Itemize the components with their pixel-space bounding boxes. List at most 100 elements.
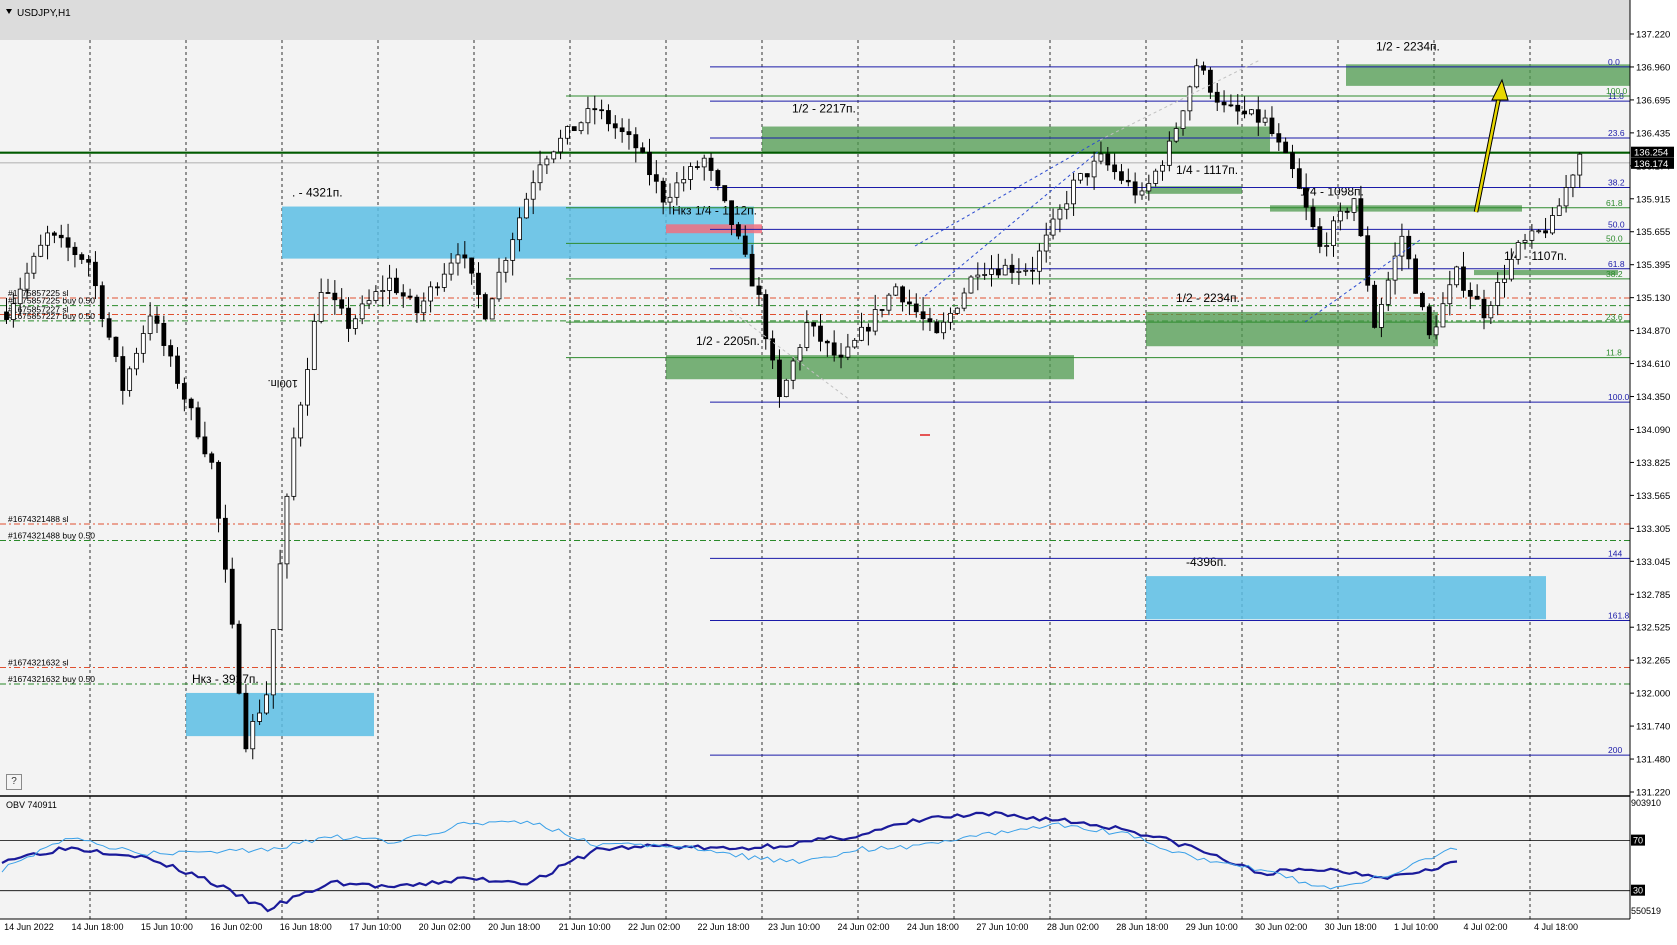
candle-body (961, 292, 967, 309)
candle-body (17, 288, 23, 305)
price-tick-label: 134.090 (1636, 425, 1670, 436)
candle-body (421, 300, 427, 314)
time-tick-label: 15 Jun 10:00 (141, 922, 193, 932)
candle-body (489, 298, 495, 320)
candle-body (948, 312, 953, 323)
fib-level-label: 61.8 (1608, 259, 1625, 269)
candle-body (995, 268, 1001, 276)
candle-body (1296, 168, 1302, 189)
candle-body (811, 322, 817, 327)
candle-body (1269, 117, 1275, 135)
candle-body (1331, 220, 1336, 246)
candle-body (1228, 104, 1234, 107)
candle-body (1324, 245, 1330, 247)
candle-body (72, 246, 78, 256)
candle-body (982, 274, 988, 276)
candle-body (1255, 109, 1261, 123)
zone-label: Нкз 1/4 - 1112п. (672, 203, 757, 217)
candle-body (476, 272, 481, 295)
time-tick-label: 21 Jun 10:00 (559, 922, 611, 932)
candle-body (1317, 226, 1323, 247)
candle-body (1016, 270, 1022, 273)
candle-body (332, 292, 338, 301)
candle-body (859, 326, 864, 341)
candle-body (1467, 289, 1473, 297)
candle-body (790, 360, 796, 381)
obv-level-label: 70 (1633, 836, 1643, 846)
candle-body (291, 437, 297, 497)
candle-body (86, 259, 91, 263)
candle-body (1146, 183, 1152, 192)
price-tick-label: 136.960 (1636, 62, 1670, 73)
candle-body (886, 294, 892, 311)
help-button[interactable]: ? (6, 774, 22, 790)
price-tick-label: 136.695 (1636, 95, 1670, 106)
zone-box (1346, 64, 1630, 86)
candle-body (325, 292, 331, 294)
candle-body (585, 108, 591, 124)
candle-body (736, 224, 741, 237)
candle-body (24, 272, 30, 290)
candle-body (558, 137, 563, 153)
candle-body (1522, 239, 1528, 243)
fib-level-label: 144 (1608, 548, 1622, 558)
candle-body (435, 286, 440, 289)
candle-body (414, 296, 420, 314)
candle-body (907, 301, 912, 305)
candle-body (175, 355, 180, 384)
candle-body (968, 276, 974, 294)
candle-body (270, 629, 276, 696)
candle-body (1194, 65, 1200, 88)
candle-body (1570, 174, 1576, 188)
zone-box (1146, 311, 1438, 347)
time-tick-label: 22 Jun 18:00 (697, 922, 749, 932)
candle-body (701, 157, 707, 168)
candle-body (1221, 101, 1227, 106)
zone-label: 1/2 - 2234п. (1376, 39, 1440, 53)
time-tick-label: 24 Jun 02:00 (837, 922, 889, 932)
candle-body (352, 318, 358, 329)
candle-body (1303, 187, 1309, 208)
candle-body (647, 151, 652, 176)
candle-body (1283, 141, 1289, 154)
candle-body (1344, 210, 1350, 213)
candle-body (1351, 198, 1357, 213)
candle-body (482, 294, 488, 320)
price-tick-label: 135.655 (1636, 227, 1670, 238)
obv-title: OBV 740911 (6, 800, 57, 810)
candle-body (934, 321, 940, 334)
candle-body (257, 712, 262, 722)
candle-body (1050, 218, 1056, 236)
candle-body (1426, 306, 1432, 336)
candle-body (544, 158, 550, 166)
candle-body (783, 379, 789, 398)
zone-box (186, 692, 374, 737)
candle-body (346, 307, 351, 329)
price-tick-label: 132.525 (1636, 623, 1670, 634)
candle-body (777, 359, 782, 398)
candle-body (10, 303, 16, 320)
candle-body (838, 354, 844, 358)
obv-scale-top: 903910 (1631, 798, 1661, 808)
price-tick-label: 134.350 (1636, 392, 1670, 403)
fib-level-label: 23.6 (1606, 312, 1623, 322)
price-tick-label: 136.435 (1636, 128, 1670, 139)
candle-body (660, 180, 666, 203)
candle-body (359, 303, 365, 320)
fib-level-label: 100.0 (1606, 86, 1628, 96)
candle-body (797, 347, 803, 362)
candle-body (1378, 304, 1384, 328)
candle-body (1454, 266, 1460, 286)
candle-body (339, 299, 345, 309)
chart-window[interactable]: #1675857225 sl #1675857225 buy 0.50 #16758… (0, 0, 1677, 940)
time-tick-label: 27 Jun 10:00 (976, 922, 1028, 932)
candle-body (653, 174, 659, 182)
candle-body (1201, 65, 1206, 71)
candle-body (1549, 215, 1555, 234)
price-chart-svg[interactable]: #1675857225 sl#1675857225 buy 0.50#16758… (0, 0, 1677, 940)
candle-body (708, 157, 714, 171)
candle-body (729, 200, 734, 226)
candle-body (222, 517, 228, 570)
candle-body (633, 134, 639, 149)
obv-panel-area[interactable] (0, 796, 1630, 919)
